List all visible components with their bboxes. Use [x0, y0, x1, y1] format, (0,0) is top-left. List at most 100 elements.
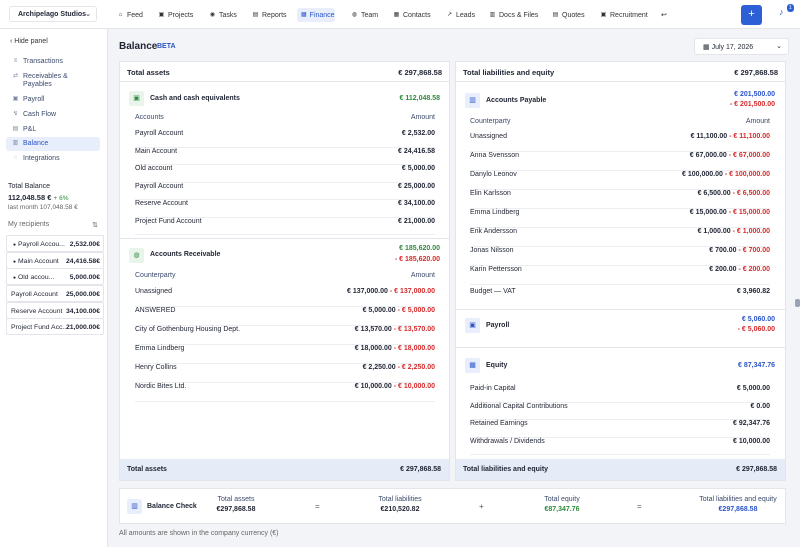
table-row[interactable]: Unassigned € 137,000.00 - € 137,000.00 — [135, 288, 435, 307]
table-row[interactable]: Payroll Account € 2,532.00 — [135, 130, 435, 148]
row-minus: - € 15,000.00 — [728, 209, 770, 216]
recipient-item[interactable]: Project Fund Acc... 21,000.00€ — [6, 318, 104, 335]
sidebar-item-cash-flow[interactable]: ↯ Cash Flow — [6, 108, 100, 122]
row-label: Elin Karlsson — [470, 190, 511, 197]
row-label: Erik Andersson — [470, 228, 518, 235]
table-row[interactable]: ANSWERED € 5,000.00 - € 5,000.00 — [135, 307, 435, 326]
sidebar-item-balance[interactable]: ▥ Balance — [6, 137, 100, 151]
table-row[interactable]: Nordic Bites Ltd. € 10,000.00 - € 10,000.… — [135, 383, 435, 402]
row-amount: € 18,000.00 — [354, 345, 392, 352]
assets-footer-value: € 297,868.58 — [400, 466, 441, 473]
nav-feed[interactable]: ⌂ Feed — [113, 8, 147, 22]
table-row[interactable]: Project Fund Account € 21,000.00 — [135, 218, 435, 235]
check-total-liab-equity: Total liabilities and equity €297,868.58 — [690, 496, 786, 513]
divider — [455, 81, 786, 82]
row-label: Anna Svensson — [470, 152, 520, 159]
recipient-item[interactable]: Reserve Account 34,100.00€ — [6, 302, 104, 319]
sidebar-item-pl[interactable]: ▤ P&L — [6, 123, 100, 137]
leads-icon: ↗ — [446, 11, 453, 18]
notification-button[interactable]: ♪ 1 — [779, 4, 794, 21]
row-minus: - € 13,570.00 — [393, 326, 435, 333]
recipient-item[interactable]: Payroll Account 25,000.00€ — [6, 285, 104, 302]
table-row[interactable]: Reserve Account € 34,100.00 — [135, 200, 435, 218]
sidebar-item-integrations[interactable]: ◌ Integrations — [6, 152, 100, 166]
table-row[interactable]: Elin Karlsson € 6,500.00 - € 6,500.00 — [470, 190, 770, 209]
table-row[interactable]: Danylo Leonov € 100,000.00 - € 100,000.00 — [470, 171, 770, 190]
equity-icon: ▦ — [465, 358, 480, 373]
nav-leads[interactable]: ↗ Leads — [442, 8, 479, 22]
table-row[interactable]: Old account € 5,000.00 — [135, 165, 435, 183]
sidebar-item-transactions[interactable]: ≡ Transactions — [6, 55, 100, 69]
table-row[interactable]: Main Account € 24,416.58 — [135, 148, 435, 165]
table-row[interactable]: Emma Lindberg € 15,000.00 - € 15,000.00 — [470, 209, 770, 228]
table-row[interactable]: Retained Earnings € 92,347.76 — [470, 420, 770, 438]
table-row[interactable]: Emma Lindberg € 18,000.00 - € 18,000.00 — [135, 345, 435, 364]
table-row[interactable]: Withdrawals / Dividends € 10,000.00 — [470, 438, 770, 455]
table-row[interactable]: Payroll Account € 25,000.00 — [135, 182, 435, 200]
receivable-minus: - € 185,620.00 — [394, 256, 440, 263]
sidebar-item-payroll[interactable]: ▣ Payroll — [6, 93, 100, 107]
table-row[interactable]: Anna Svensson € 67,000.00 - € 67,000.00 — [470, 152, 770, 171]
notification-badge: 1 — [787, 4, 794, 12]
sort-icon[interactable]: ⇅ — [92, 221, 98, 229]
nav-more-icon[interactable]: ↩ — [657, 8, 671, 22]
date-value: July 17, 2026 — [711, 44, 754, 51]
nav-team[interactable]: ◍ Team — [347, 8, 382, 22]
company-switcher[interactable]: Archipelago Studios ⌄ — [9, 6, 97, 22]
table-row[interactable]: Additional Capital Contributions € 0.00 — [470, 403, 770, 420]
recipient-item[interactable]: ● Old accou... 5,000.00€ — [6, 268, 104, 285]
row-amount: € 13,570.00 — [354, 326, 392, 333]
nav-finance[interactable]: ▦ Finance — [297, 8, 335, 22]
divider — [455, 309, 786, 310]
row-amount: € 15,000.00 — [689, 209, 727, 216]
balance-icon: ▥ — [12, 140, 19, 146]
row-label: Nordic Bites Ltd. — [135, 383, 187, 390]
liabilities-value: € 297,868.58 — [734, 68, 778, 77]
check-label: Total liabilities and equity — [699, 496, 777, 503]
row-minus: - € 137,000.00 — [389, 288, 435, 295]
hide-panel-button[interactable]: ‹ Hide panel — [10, 38, 48, 45]
total-balance-label: Total Balance — [8, 183, 51, 190]
row-label: Paid-in Capital — [470, 385, 516, 392]
recipient-item[interactable]: ● Main Account 24,416.58€ — [6, 252, 104, 269]
payroll-minus: - € 5,060.00 — [737, 326, 775, 333]
table-row[interactable]: City of Gothenburg Housing Dept. € 13,570… — [135, 326, 435, 345]
table-row[interactable]: Unassigned € 11,100.00 - € 11,100.00 — [470, 133, 770, 152]
quote-icon: ▤ — [552, 11, 559, 18]
row-label: Jonas Nilsson — [470, 247, 514, 254]
date-picker[interactable]: ▦ July 17, 2026 ⌄ — [694, 38, 789, 55]
row-amounts: € 700.00 - € 700.00 — [709, 247, 770, 254]
row-amount: € 25,000.00 — [398, 182, 435, 190]
nav-recruitment[interactable]: ▣ Recruitment — [596, 8, 652, 22]
nav-quotes[interactable]: ▤ Quotes — [548, 8, 589, 22]
nav-label: Contacts — [403, 11, 431, 19]
nav-projects[interactable]: ▣ Projects — [154, 8, 197, 22]
recipient-name: Old accou... — [18, 274, 55, 281]
row-label: Payroll Account — [135, 130, 184, 137]
add-button[interactable]: + — [741, 5, 762, 25]
liabilities-footer-value: € 297,868.58 — [736, 466, 777, 473]
table-row[interactable]: Jonas Nilsson € 700.00 - € 700.00 — [470, 247, 770, 266]
team-icon: ◍ — [351, 11, 358, 18]
table-row[interactable]: Budget — VAT € 3,960.82 — [470, 288, 770, 307]
account-icon: ● — [12, 259, 17, 265]
table-row[interactable]: Erik Andersson € 1,000.00 - € 1,000.00 — [470, 228, 770, 247]
scrollbar-handle[interactable] — [795, 299, 800, 307]
table-row[interactable]: Henry Collins € 2,250.00 - € 2,250.00 — [135, 364, 435, 383]
receivable-icon: ◍ — [129, 248, 144, 263]
recipient-item[interactable]: ● Payroll Accou... 2,532.00€ — [6, 235, 104, 252]
nav-reports[interactable]: ▤ Reports — [248, 8, 291, 22]
table-row[interactable]: Paid-in Capital € 5,000.00 — [470, 385, 770, 403]
assets-value: € 297,868.58 — [398, 68, 442, 77]
nav-tasks[interactable]: ◉ Tasks — [205, 8, 241, 22]
check-label: Total liabilities — [378, 496, 422, 503]
bell-icon: ♪ — [779, 7, 784, 17]
nav-docs-files[interactable]: ▥ Docs & Files — [485, 8, 542, 22]
hide-panel-label: Hide panel — [14, 38, 48, 45]
nav-label: Reports — [262, 11, 287, 19]
nav-contacts[interactable]: ▦ Contacts — [389, 8, 435, 22]
row-minus: - € 67,000.00 — [728, 152, 770, 159]
sidebar-item-receivables[interactable]: ⇄ Receivables & Payables — [6, 70, 100, 92]
row-amounts: € 200.00 - € 200.00 — [709, 266, 770, 273]
table-row[interactable]: Karin Pettersson € 200.00 - € 200.00 — [470, 266, 770, 285]
